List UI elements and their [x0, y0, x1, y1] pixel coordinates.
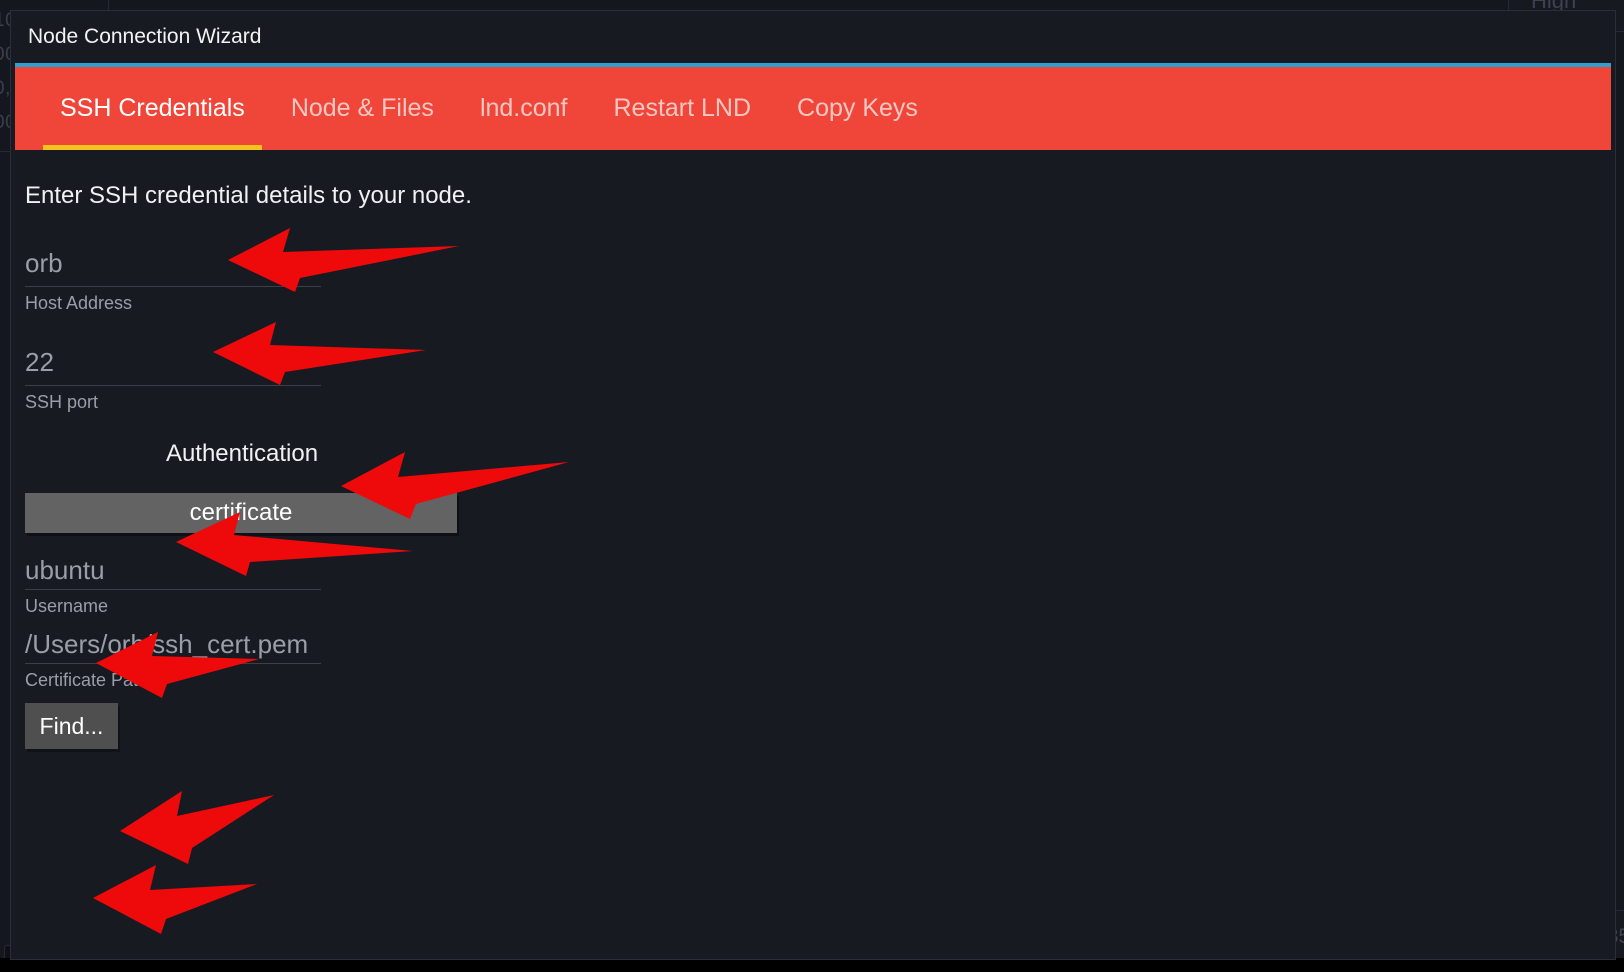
tab-bar: SSH Credentials Node & Files lnd.conf Re… [15, 67, 1611, 150]
auth-method-dropdown[interactable]: certificate [25, 493, 457, 533]
tab-node-and-files[interactable]: Node & Files [268, 67, 457, 150]
tab-ssh-credentials[interactable]: SSH Credentials [37, 67, 268, 150]
ssh-port-label: SSH port [25, 392, 99, 412]
username-field[interactable]: ubuntu Username [25, 555, 1615, 617]
tab-node-and-files-label: Node & Files [290, 94, 434, 122]
window-title-bar: Node Connection Wizard [11, 11, 1615, 63]
screen-root: 10,000,000,000 000 0,000 00 ······ [0, 0, 1624, 972]
ssh-port-input[interactable]: 22 [25, 347, 321, 386]
tab-copy-keys[interactable]: Copy Keys [774, 67, 941, 150]
certificate-path-field[interactable]: /Users/orb/ssh_cert.pem Certificate Path [25, 629, 1615, 691]
auth-method-value: certificate [189, 499, 293, 526]
panel-instruction: Enter SSH credential details to your nod… [25, 182, 472, 209]
ssh-credentials-panel: Enter SSH credential details to your nod… [11, 182, 1615, 749]
tab-copy-keys-label: Copy Keys [797, 94, 918, 122]
node-connection-wizard-window: Node Connection Wizard SSH Credentials N… [10, 10, 1616, 960]
username-label: Username [25, 596, 109, 616]
ssh-port-field[interactable]: 22 SSH port [25, 347, 1615, 413]
certificate-path-input[interactable]: /Users/orb/ssh_cert.pem [25, 629, 321, 664]
background-bottom-strip [0, 958, 1624, 972]
tab-ssh-credentials-label: SSH Credentials [60, 94, 245, 122]
tab-lnd-conf-label: lnd.conf [479, 94, 568, 122]
tab-restart-lnd-label: Restart LND [613, 94, 752, 122]
host-address-input[interactable]: orb [25, 248, 321, 287]
certificate-path-label: Certificate Path [25, 670, 149, 690]
window-title: Node Connection Wizard [28, 25, 262, 48]
tab-lnd-conf[interactable]: lnd.conf [457, 67, 591, 150]
host-address-label: Host Address [25, 293, 133, 313]
username-input[interactable]: ubuntu [25, 555, 321, 590]
authentication-heading: Authentication [165, 440, 319, 467]
tab-restart-lnd[interactable]: Restart LND [591, 67, 775, 150]
host-address-field[interactable]: orb Host Address [25, 248, 1615, 314]
find-certificate-button[interactable]: Find... [25, 703, 118, 749]
